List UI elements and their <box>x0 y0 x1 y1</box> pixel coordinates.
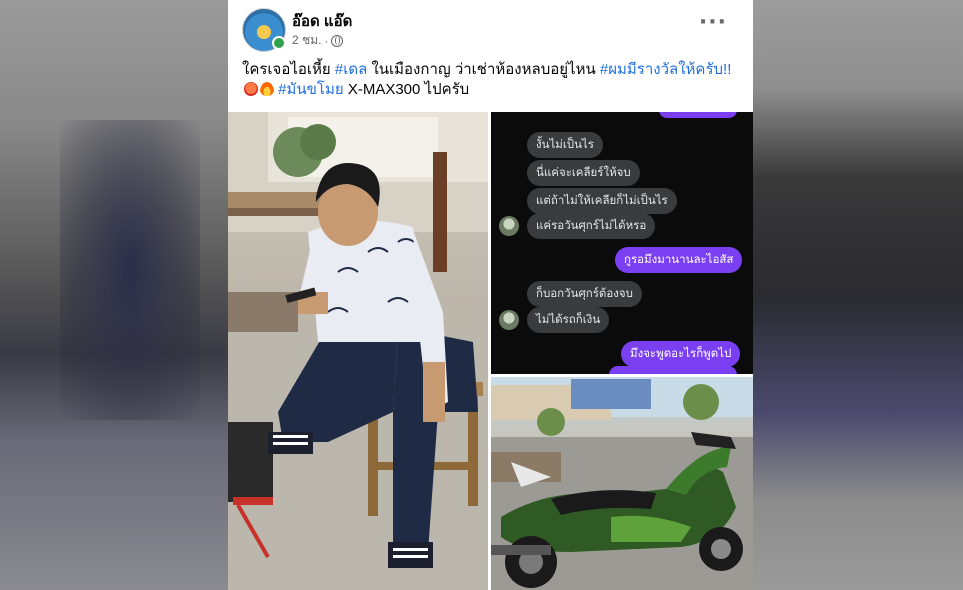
motorcycle-illustration <box>491 377 753 590</box>
post-text-part: X-MAX300 ไปครับ <box>343 81 470 98</box>
chat-bubble: แค่รอวันศุกร์ไม่ได้หรอ <box>527 213 656 239</box>
blurred-background-right <box>753 0 963 590</box>
post-text-part: ใครเจอไอเหี้ย <box>242 61 335 78</box>
man-photo-illustration <box>228 112 488 590</box>
post-photo-chat-screenshot[interactable]: งั้นไม่เป็นไร นี่แค่จะเคลียร์ให้จบ แต่ถ้… <box>491 112 753 374</box>
facebook-post-card: อ๊อด แอ๊ด 2 ชม. · ··· ใครเจอไอเหี้ย #เดล… <box>228 0 753 590</box>
online-status-icon <box>272 36 286 50</box>
post-text: ใครเจอไอเหี้ย #เดล ในเมืองกาญ ว่าเช่าห้อ… <box>242 60 732 100</box>
chat-bubble: ไม่ได้รถก็เงิน <box>527 307 610 333</box>
hashtag-link[interactable]: #มันขโมย <box>278 81 343 98</box>
author-name[interactable]: อ๊อด แอ๊ด <box>292 9 352 33</box>
chat-avatar <box>499 310 519 330</box>
chat-bubble-me: กูรอมึงมานานละไอสัส <box>615 247 743 273</box>
post-meta: 2 ชม. · <box>292 31 344 50</box>
post-photo-motorcycle[interactable] <box>491 377 753 590</box>
globe-icon <box>331 34 344 47</box>
fire-icon <box>260 82 274 96</box>
chat-bubble: ก็บอกวันศุกร์ต้องจบ <box>527 281 642 307</box>
more-options-icon[interactable]: ··· <box>699 12 727 34</box>
blurred-background-left <box>0 0 228 590</box>
hashtag-link[interactable]: #เดล <box>335 61 367 78</box>
chat-bubble: นี่แค่จะเคลียร์ให้จบ <box>527 160 640 186</box>
chat-avatar <box>499 216 519 236</box>
chat-bubble-partial <box>609 366 737 374</box>
post-text-part: ในเมืองกาญ ว่าเช่าห้องหลบอยู่ไหน <box>367 61 600 78</box>
hashtag-link[interactable]: #ผมมีรางวัลให้ครับ!! <box>600 61 731 78</box>
chat-bubble: แต่ถ้าไม่ให้เคลียก็ไม่เป็นไร <box>527 188 677 214</box>
author-avatar[interactable] <box>242 8 286 52</box>
post-photo-man[interactable] <box>228 112 488 590</box>
chat-bubble-me: มึงจะพูดอะไรก็พูดไป <box>621 341 741 367</box>
angry-face-icon <box>244 82 258 96</box>
post-time[interactable]: 2 ชม. <box>292 31 321 50</box>
post-header: อ๊อด แอ๊ด 2 ชม. · ··· <box>228 0 753 60</box>
chat-bubble-partial <box>659 112 737 118</box>
chat-bubble: งั้นไม่เป็นไร <box>527 132 603 158</box>
